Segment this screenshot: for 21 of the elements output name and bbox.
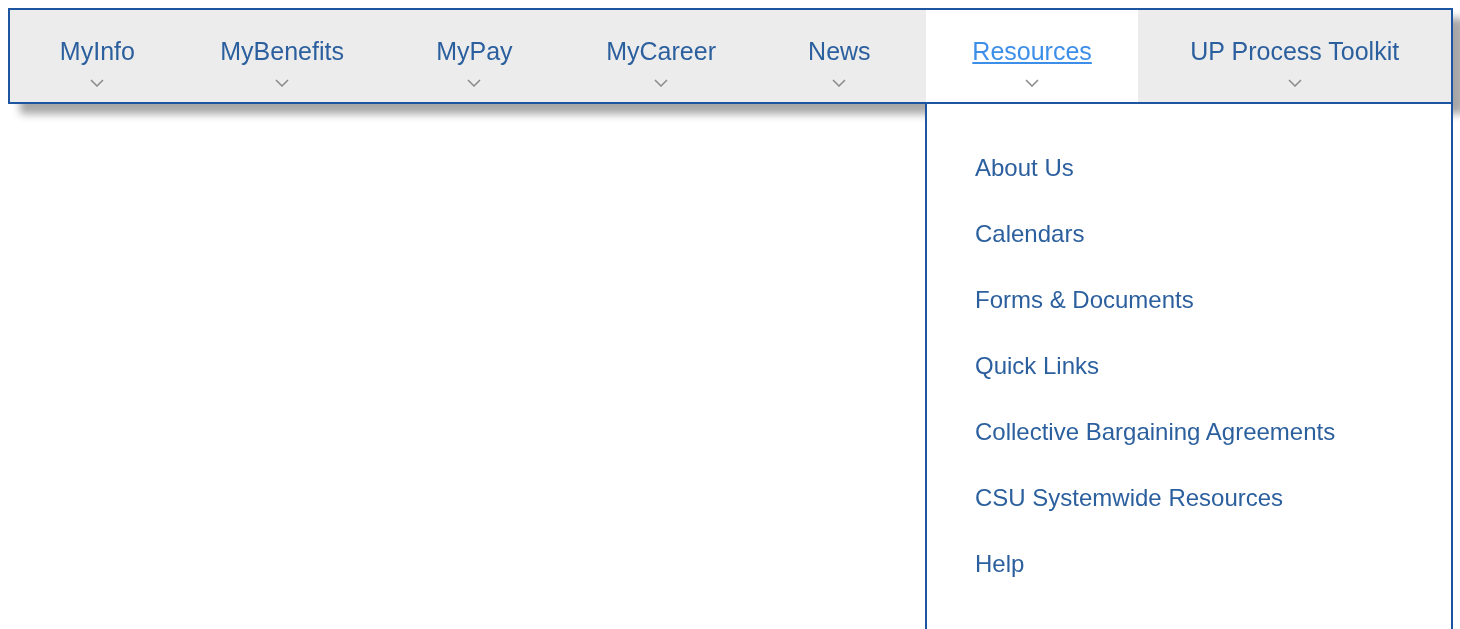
nav-tab[interactable]: MyPay xyxy=(379,10,570,102)
chevron-down-icon xyxy=(654,78,669,87)
chevron-down-icon xyxy=(832,78,847,87)
menu-link[interactable]: Help xyxy=(975,546,1025,582)
chevron-down-icon xyxy=(467,78,482,87)
menu-link[interactable]: Collective Bargaining Agreements xyxy=(975,414,1336,450)
chevron-down-icon xyxy=(90,78,105,87)
menu-link[interactable]: About Us xyxy=(975,150,1074,186)
nav-tab[interactable]: UP Process Toolkit xyxy=(1138,10,1451,102)
nav-tab[interactable]: Resources xyxy=(925,10,1139,102)
nav-tab[interactable]: MyBenefits xyxy=(184,10,380,102)
menu-link[interactable]: Calendars xyxy=(975,216,1085,252)
menu-link[interactable]: Forms & Documents xyxy=(975,282,1194,318)
nav-tab[interactable]: MyInfo xyxy=(10,10,185,102)
chevron-down-icon xyxy=(1287,78,1302,87)
nav-tab[interactable]: MyCareer xyxy=(569,10,753,102)
nav-tab[interactable]: News xyxy=(752,10,926,102)
chevron-down-icon xyxy=(1025,78,1040,87)
chevron-down-icon xyxy=(275,78,290,87)
menu-link[interactable]: CSU Systemwide Resources xyxy=(975,480,1284,516)
menu-link[interactable]: Quick Links xyxy=(975,348,1100,384)
